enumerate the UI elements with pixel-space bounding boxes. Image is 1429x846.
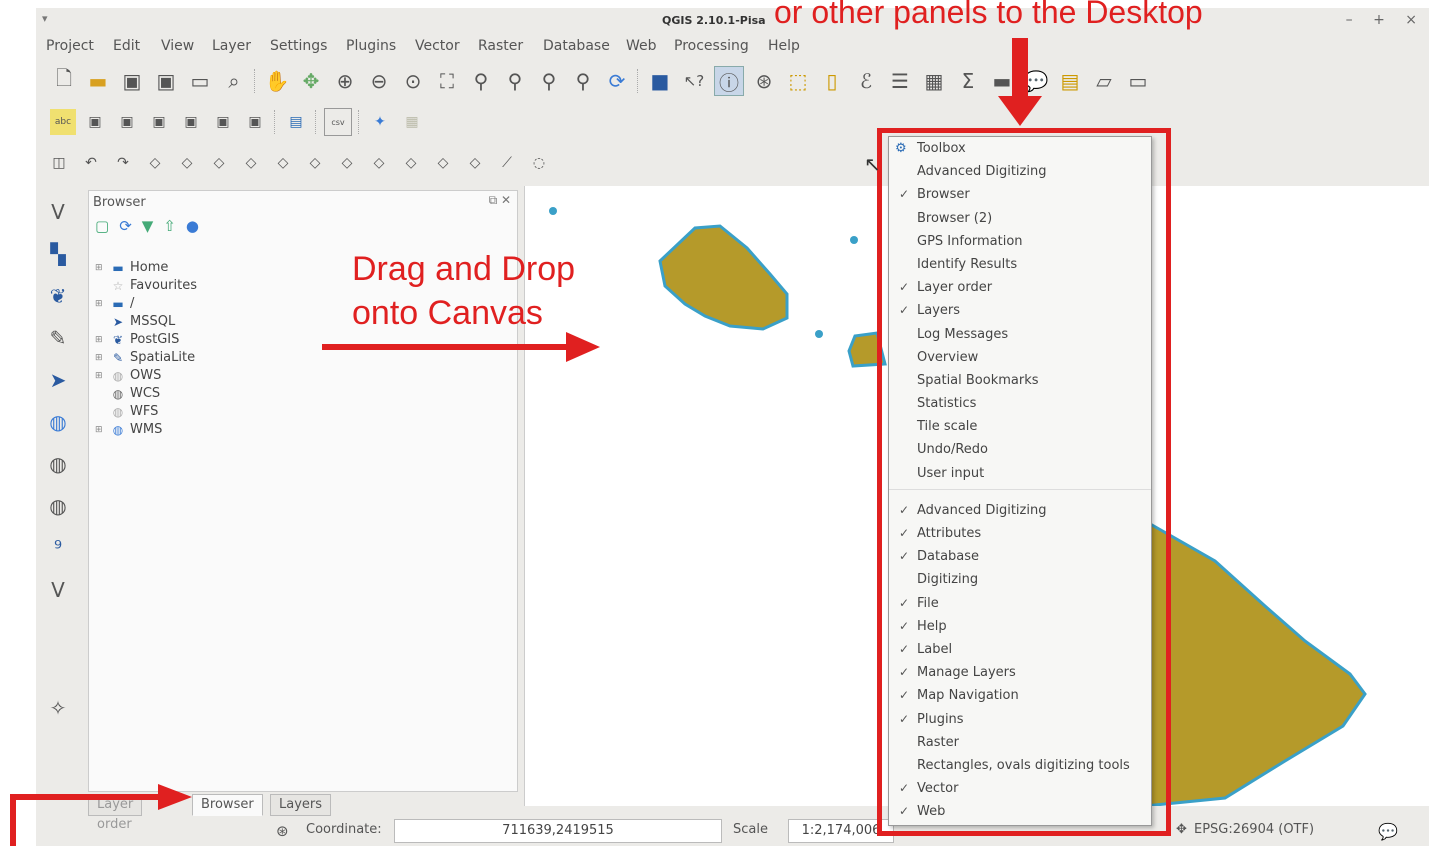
mouse-cursor-icon: ↖ [864,152,881,176]
down-arrow-shaft [1012,38,1028,100]
right-arrow-head [566,332,600,362]
down-arrow-head [998,96,1042,126]
right-arrow-shaft [322,344,572,350]
annotation-arrows [10,38,1042,846]
tab-arrow-stem [10,794,16,846]
tab-arrow-head [158,784,192,810]
tab-arrow-shaft [10,794,160,800]
